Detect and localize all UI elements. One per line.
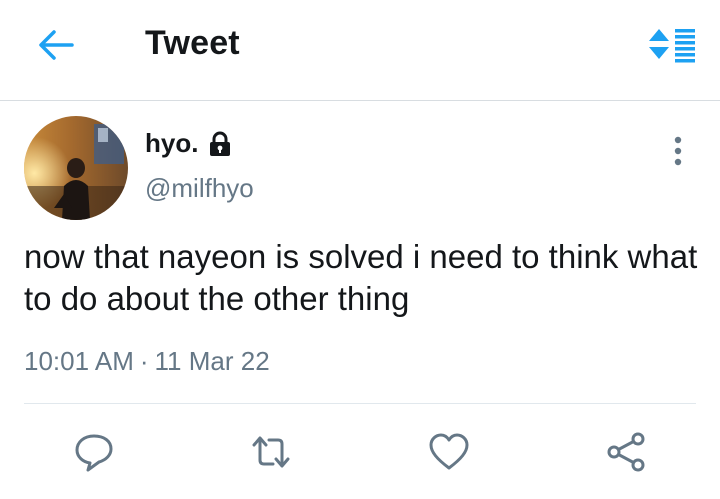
tweet-timestamp: 10:01 AM · 11 Mar 22 (24, 346, 270, 377)
share-button[interactable] (604, 430, 648, 474)
sort-order-icon (649, 29, 695, 63)
share-icon (607, 432, 645, 472)
author-name-row: hyo. (145, 128, 233, 159)
back-button[interactable] (36, 27, 76, 63)
avatar[interactable] (24, 116, 128, 220)
avatar-photo (24, 116, 128, 220)
display-name[interactable]: hyo. (145, 128, 198, 159)
retweet-icon (252, 436, 290, 468)
heart-icon (429, 433, 469, 470)
retweet-button[interactable] (249, 430, 293, 474)
reply-button[interactable] (72, 430, 116, 474)
more-vertical-icon (674, 136, 682, 166)
like-button[interactable] (427, 430, 471, 474)
sort-button[interactable] (646, 22, 698, 68)
tweet-text: now that nayeon is solved i need to thin… (24, 238, 698, 317)
lock-icon (210, 131, 231, 156)
tweet-time: 10:01 AM (24, 346, 134, 376)
reply-icon (75, 434, 113, 472)
user-handle[interactable]: @milfhyo (145, 173, 254, 204)
more-options-button[interactable] (664, 135, 692, 167)
tweet-date: 11 Mar 22 (154, 346, 270, 376)
divider (24, 403, 696, 404)
page-title: Tweet (145, 24, 240, 62)
timestamp-separator: · (139, 346, 149, 376)
top-bar: Tweet (0, 0, 720, 101)
arrow-left-icon (39, 30, 74, 60)
